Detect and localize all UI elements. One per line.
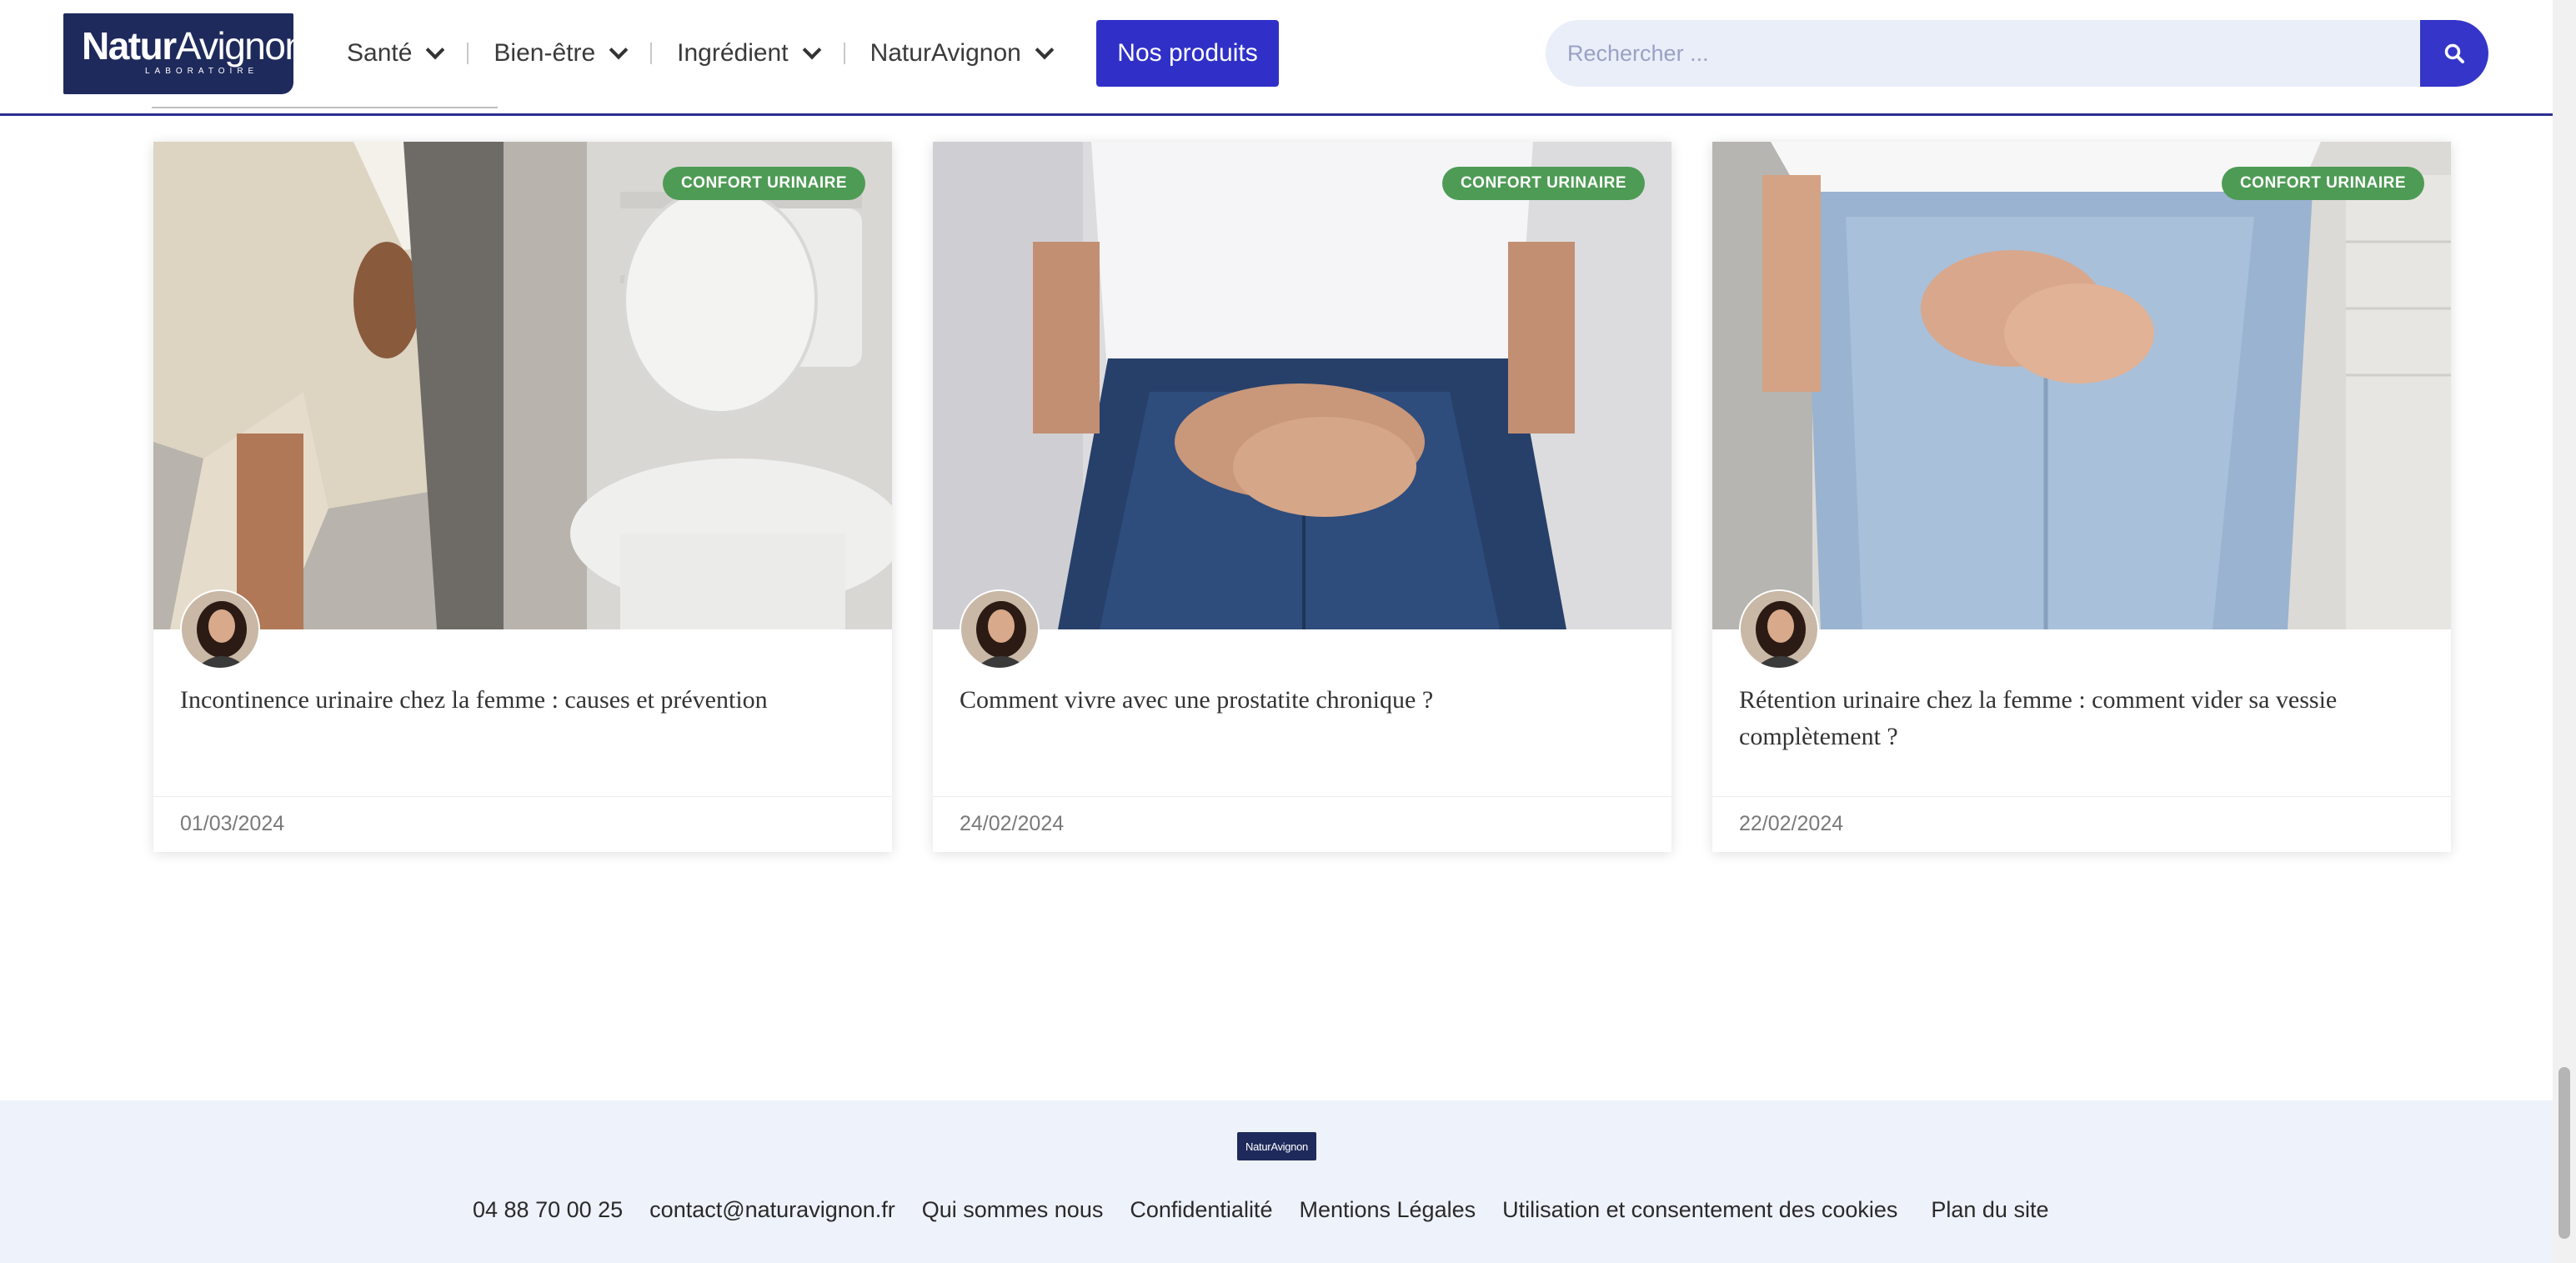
site-logo[interactable]: NaturAvignon LABORATOIRE (63, 13, 306, 94)
search-button[interactable] (2420, 20, 2488, 87)
footer-links: 04 88 70 00 25 contact@naturavignon.fr Q… (473, 1197, 2075, 1223)
author-avatar (1739, 589, 1819, 669)
footer-privacy-link[interactable]: Confidentialité (1130, 1197, 1272, 1223)
article-date: 24/02/2024 (960, 812, 1065, 835)
article-card[interactable]: CONFORT URINAIRE Rétention urinaire chez… (1712, 142, 2451, 852)
nav-separator (467, 43, 469, 64)
article-image[interactable]: CONFORT URINAIRE (153, 142, 892, 629)
logo-text-thin: Avignon (175, 24, 306, 68)
category-badge[interactable]: CONFORT URINAIRE (1441, 167, 1645, 200)
nav-separator (650, 43, 653, 64)
nav-item-label: Santé (347, 39, 413, 67)
footer-logo[interactable]: NaturAvignon (1237, 1132, 1316, 1160)
nav-item-label: NaturAvignon (870, 39, 1021, 67)
search-icon (2444, 43, 2464, 63)
chevron-down-icon (802, 40, 821, 60)
footer-legal-link[interactable]: Mentions Légales (1299, 1197, 1476, 1223)
nos-produits-button[interactable]: Nos produits (1096, 20, 1279, 87)
article-meta: 01/03/2024 (153, 796, 892, 853)
article-title[interactable]: Incontinence urinaire chez la femme : ca… (180, 682, 864, 719)
article-image[interactable]: CONFORT URINAIRE (933, 142, 1671, 629)
nav-item-naturavignon[interactable]: NaturAvignon (870, 39, 1055, 68)
nav-item-bien-etre[interactable]: Bien-être (494, 39, 629, 68)
category-badge[interactable]: CONFORT URINAIRE (662, 167, 865, 200)
author-avatar (960, 589, 1040, 669)
footer-cookies-link[interactable]: Utilisation et consentement des cookies (1502, 1197, 1897, 1223)
logo-text-bold: Natur (82, 24, 177, 68)
nav-item-sante[interactable]: Santé (347, 39, 445, 68)
chevron-down-icon (609, 40, 629, 60)
footer-about-link[interactable]: Qui sommes nous (922, 1197, 1104, 1223)
page-scrollbar[interactable] (2553, 0, 2576, 1263)
footer-email-link[interactable]: contact@naturavignon.fr (649, 1197, 895, 1223)
site-header: NaturAvignon LABORATOIRE Santé Bien-être… (0, 0, 2553, 116)
author-avatar (180, 589, 260, 669)
article-title[interactable]: Comment vivre avec une prostatite chroni… (960, 682, 1643, 719)
logo-subtext: LABORATOIRE (145, 67, 259, 76)
chevron-down-icon (1035, 40, 1055, 60)
main-nav: Santé Bien-être Ingrédient NaturAvignon (347, 23, 1055, 83)
search-bar (1546, 20, 2488, 87)
site-footer: NaturAvignon 04 88 70 00 25 contact@natu… (0, 1100, 2553, 1263)
article-date: 01/03/2024 (180, 812, 285, 835)
nav-item-label: Ingrédient (677, 39, 789, 67)
article-date: 22/02/2024 (1739, 812, 1844, 835)
nav-separator (843, 43, 845, 64)
footer-phone-link[interactable]: 04 88 70 00 25 (473, 1197, 623, 1223)
scrollbar-thumb[interactable] (2558, 1067, 2570, 1239)
nav-item-label: Bien-être (494, 39, 596, 67)
article-meta: 22/02/2024 (1712, 796, 2451, 853)
chevron-down-icon (426, 40, 445, 60)
category-badge[interactable]: CONFORT URINAIRE (2221, 167, 2424, 200)
footer-sitemap-link[interactable]: Plan du site (1931, 1197, 2048, 1223)
article-image[interactable]: CONFORT URINAIRE (1712, 142, 2451, 629)
nav-item-ingredient[interactable]: Ingrédient (677, 39, 821, 68)
article-card[interactable]: CONFORT URINAIRE Incontinence urinaire c… (153, 142, 892, 852)
article-card[interactable]: CONFORT URINAIRE Comment vivre avec une … (933, 142, 1671, 852)
article-title[interactable]: Rétention urinaire chez la femme : comme… (1739, 682, 2423, 755)
search-input[interactable] (1546, 20, 2420, 87)
article-meta: 24/02/2024 (933, 796, 1671, 853)
header-divider (152, 107, 498, 108)
